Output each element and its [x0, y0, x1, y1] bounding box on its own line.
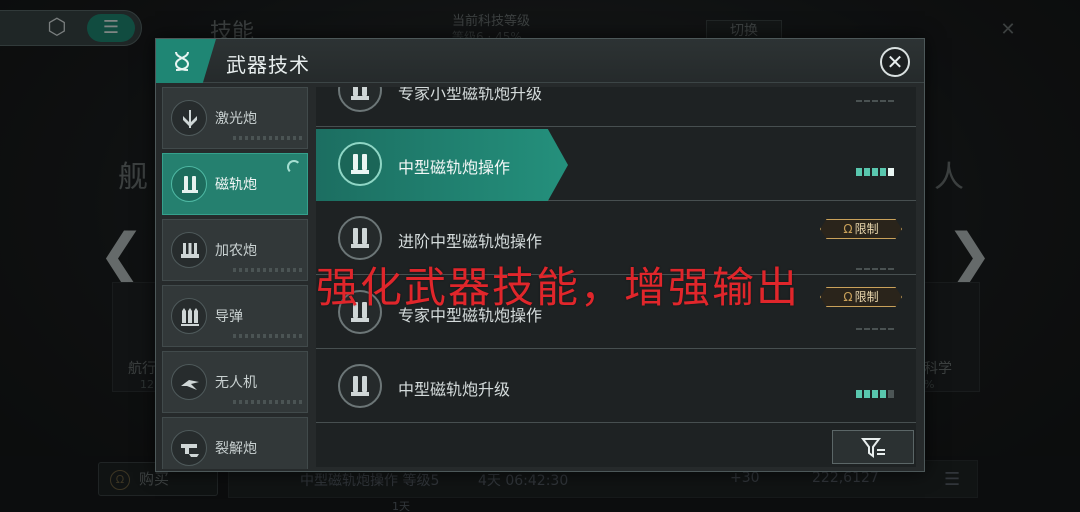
sidebar-item-railgun[interactable]: 磁轨炮 [162, 153, 308, 215]
laser-cannon-icon [171, 100, 207, 136]
progress-dots [233, 400, 303, 404]
restricted-badge: Ω 限制 [820, 219, 902, 239]
filter-button[interactable] [832, 430, 914, 464]
skill-row[interactable]: 专家小型磁轨炮升级 [316, 87, 916, 127]
sidebar-item-disintegrator[interactable]: 裂解炮 [162, 417, 308, 469]
progress-dots [233, 268, 303, 272]
railgun-icon [338, 87, 382, 112]
badge-label: 限制 [854, 290, 879, 304]
progress-dots [233, 334, 303, 338]
railgun-icon [338, 142, 382, 186]
modal-title: 武器技术 [226, 53, 310, 77]
loading-icon [287, 160, 301, 174]
skill-name: 专家小型磁轨炮升级 [398, 87, 543, 103]
omega-icon: Ω [843, 290, 853, 304]
modal-header: 武器技术 ✕ [156, 39, 924, 83]
sidebar-item-label: 磁轨炮 [215, 177, 257, 193]
sidebar-item-label: 导弹 [215, 309, 243, 325]
missile-icon [171, 298, 207, 334]
cannon-icon [171, 232, 207, 268]
sidebar-item-label: 裂解炮 [215, 441, 257, 457]
drone-icon [171, 364, 207, 400]
sidebar-item-drone[interactable]: 无人机 [162, 351, 308, 413]
close-icon[interactable]: ✕ [880, 47, 910, 77]
skill-name: 中型磁轨炮升级 [398, 380, 511, 399]
skill-row-selected[interactable]: 中型磁轨炮操作 [316, 127, 916, 201]
level-indicator [856, 255, 896, 270]
skill-row[interactable]: 中型磁轨炮升级 [316, 349, 916, 423]
weapon-category-sidebar: 激光炮 磁轨炮 加农炮 导弹 无人机 裂解炮 [162, 87, 310, 469]
skill-name: 进阶中型磁轨炮操作 [398, 232, 543, 251]
disintegrator-icon [171, 430, 207, 466]
railgun-icon [338, 364, 382, 408]
level-indicator [856, 161, 896, 176]
restricted-badge: Ω 限制 [820, 287, 902, 307]
dna-icon [174, 51, 190, 71]
sidebar-item-laser[interactable]: 激光炮 [162, 87, 308, 149]
sidebar-item-cannon[interactable]: 加农炮 [162, 219, 308, 281]
overlay-caption: 强化武器技能，增强输出 [316, 263, 801, 312]
progress-dots [233, 136, 303, 140]
omega-icon: Ω [843, 222, 853, 236]
skill-name: 中型磁轨炮操作 [398, 158, 511, 177]
level-indicator [856, 315, 896, 330]
badge-label: 限制 [854, 222, 879, 236]
sidebar-item-label: 加农炮 [215, 243, 257, 259]
sidebar-item-missile[interactable]: 导弹 [162, 285, 308, 347]
railgun-icon [171, 166, 207, 202]
level-indicator [856, 87, 896, 102]
modal-header-badge [156, 39, 216, 83]
filter-icon [861, 438, 885, 458]
level-indicator [856, 383, 896, 398]
sidebar-item-label: 无人机 [215, 375, 257, 391]
sidebar-item-label: 激光炮 [215, 111, 257, 127]
